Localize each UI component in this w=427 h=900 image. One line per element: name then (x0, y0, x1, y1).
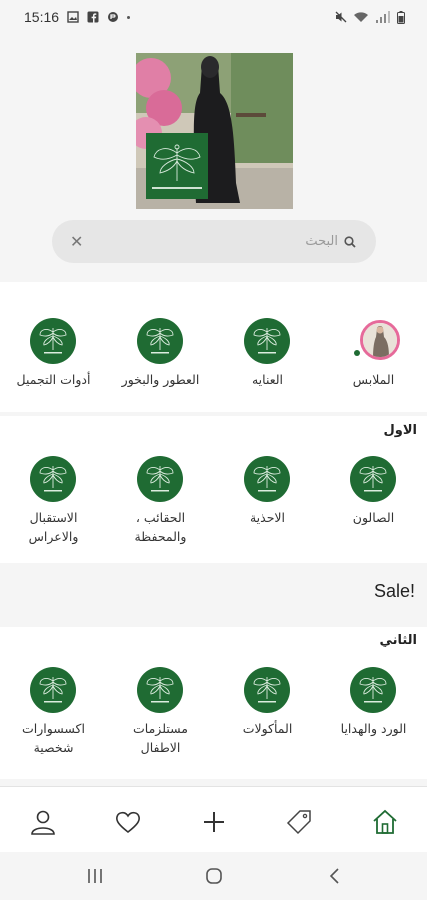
status-right (335, 10, 405, 24)
recent-apps-icon[interactable] (86, 867, 104, 885)
store-logo-icon (137, 456, 183, 502)
tag-icon[interactable] (286, 809, 312, 835)
store-logo-icon (30, 667, 76, 713)
category-label: العنايه (251, 372, 284, 387)
plus-icon[interactable] (201, 809, 227, 835)
story-indicator-dot (354, 350, 360, 356)
search-right: البحث (305, 234, 356, 249)
store-logo-icon (244, 456, 290, 502)
category-label-line2: الاطفال (140, 740, 181, 755)
search-input[interactable]: البحث (305, 234, 338, 249)
battery-icon (397, 10, 405, 24)
category-label: الصالون (352, 510, 395, 525)
top-categories-section: الملابس العنايه العطور والبخور أدوات الت… (0, 282, 427, 412)
status-left: 15:16 (24, 9, 131, 25)
category-label: الاحذية (249, 510, 286, 525)
store-logo-icon (30, 456, 76, 502)
category-label-line1: الحقائب ، (135, 510, 186, 525)
android-navigation-bar (0, 852, 427, 900)
category-label: الورد والهدايا (340, 721, 407, 736)
section-title: الاول (383, 423, 418, 438)
status-time: 15:16 (24, 9, 60, 25)
category-label-line1: اكسسوارات (22, 721, 85, 736)
clear-search-icon[interactable]: ✕ (70, 232, 83, 251)
sale-banner[interactable]: Sale! (0, 563, 427, 625)
home-icon[interactable] (372, 809, 398, 835)
category-label-line2: والاعراس (28, 529, 79, 544)
back-icon[interactable] (326, 867, 344, 885)
category-label-line2: شخصية (33, 740, 74, 755)
section-title: الثاني (379, 633, 417, 648)
category-label-line1: الاستقبال (29, 510, 78, 525)
wifi-icon (354, 12, 368, 22)
search-icon (344, 235, 356, 248)
signal-icon (376, 11, 390, 23)
store-logo-icon (244, 667, 290, 713)
search-bar[interactable]: ✕ البحث (52, 220, 376, 263)
header: ✕ البحث (0, 34, 427, 278)
clothes-story-avatar (360, 320, 400, 360)
divider (0, 779, 427, 786)
banner-photo (136, 53, 293, 209)
store-logo-icon (350, 667, 396, 713)
category-label: العطور والبخور (121, 372, 200, 387)
store-logo-icon (350, 456, 396, 502)
store-banner-image[interactable] (136, 53, 293, 209)
category-label-line1: مستلزمات (133, 721, 188, 736)
facebook-icon (87, 11, 99, 23)
sale-text: Sale! (373, 581, 415, 601)
category-label-line2: والمحفظة (134, 529, 187, 544)
store-logo-icon (30, 318, 76, 364)
store-logo-icon (244, 318, 290, 364)
app-icon (108, 12, 119, 22)
bottom-navigation (0, 786, 427, 852)
section-second: الثاني الورد والهدايا المأكولات مستلزمات… (0, 627, 427, 779)
heart-icon[interactable] (115, 809, 141, 835)
section-first: الاول الصالون الاحذية الحقائب ، والمحفظة… (0, 416, 427, 563)
store-logo-icon (137, 318, 183, 364)
store-logo-icon (137, 667, 183, 713)
profile-icon[interactable] (30, 809, 56, 835)
image-icon (67, 11, 79, 23)
category-label: الملابس (352, 372, 395, 387)
status-bar: 15:16 (0, 0, 427, 34)
notification-dot (127, 15, 131, 19)
home-button-icon[interactable] (205, 867, 223, 885)
mute-icon (335, 11, 347, 23)
category-label: أدوات التجميل (16, 372, 91, 387)
category-label: المأكولات (242, 721, 293, 736)
